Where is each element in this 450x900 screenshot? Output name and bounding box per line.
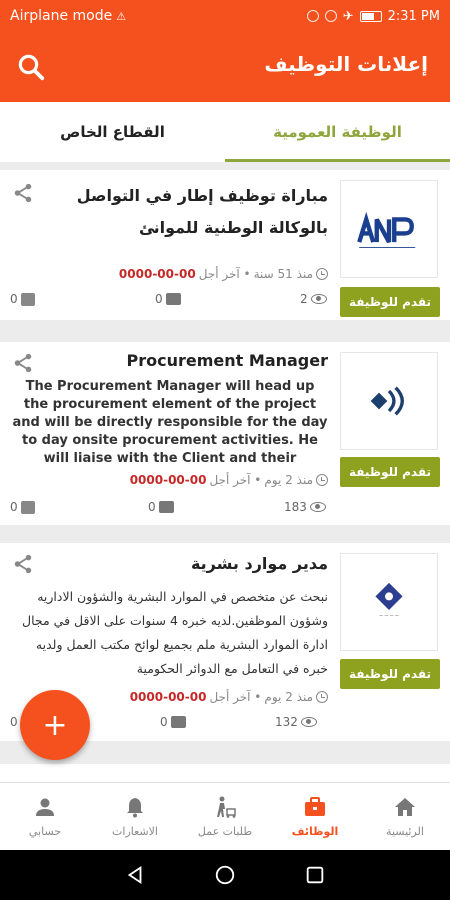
posted-time: منذ 51 سنة [253, 267, 313, 281]
home-icon [395, 798, 415, 816]
battery-icon [359, 10, 382, 22]
eye-icon [300, 717, 317, 727]
company-logo: — — — — [340, 553, 438, 651]
job-meta: منذ 51 سنة • آخر أجل 0000-00-00 [100, 267, 328, 281]
apply-button[interactable]: تقدم للوظيفة [340, 659, 440, 689]
status-left: Airplane mode ⚠ [10, 8, 126, 24]
back-icon[interactable] [124, 864, 146, 886]
thumbs-up-icon [20, 500, 35, 514]
job-card[interactable]: تقدم للوظيفة مباراة توظيف إطار في التواص… [0, 170, 450, 320]
views-stat: 132 [275, 715, 317, 729]
job-stats: 0 0 183 [10, 500, 328, 520]
comments-stat[interactable]: 0 [148, 500, 174, 514]
status-bar: Airplane mode ⚠ ✈ 2:31 PM [0, 0, 450, 32]
system-nav-bar [0, 850, 450, 900]
status-right: ✈ 2:31 PM [306, 8, 440, 24]
nav-item-job-requests[interactable]: طلبات عمل [180, 783, 270, 850]
nav-label: الوظائف [291, 825, 339, 838]
tab-public-sector[interactable]: الوظيفة العمومية [225, 102, 450, 162]
job-meta: منذ 2 يوم • آخر أجل 0000-00-00 [100, 473, 328, 487]
posted-time: منذ 2 يوم [264, 473, 313, 487]
deadline-label: • آخر أجل [198, 267, 251, 281]
job-card[interactable]: تقدم للوظيفة Procurement Manager The Pro… [0, 342, 450, 525]
search-icon[interactable] [16, 52, 46, 82]
nav-item-jobs[interactable]: الوظائف [270, 783, 360, 850]
bottom-nav: حسابي الاشعارات طلبات عمل الوظائف الرئيس… [0, 782, 450, 850]
views-count: 183 [284, 500, 307, 514]
comments-count: 0 [160, 715, 168, 729]
mute-icon [306, 10, 319, 22]
nav-item-account[interactable]: حسابي [0, 783, 90, 850]
likes-count: 0 [10, 715, 18, 729]
posted-time: منذ 2 يوم [264, 690, 313, 704]
job-list[interactable]: تقدم للوظيفة مباراة توظيف إطار في التواص… [0, 170, 450, 782]
eye-icon [310, 294, 327, 304]
airplane-mode-text: Airplane mode [10, 8, 113, 24]
bell-icon [127, 798, 143, 818]
comments-count: 0 [155, 292, 163, 306]
add-fab-button[interactable]: + [20, 690, 90, 760]
nav-label: الاشعارات [112, 825, 158, 838]
clock-icon [316, 474, 328, 486]
tab-private-sector[interactable]: القطاع الخاص [0, 102, 225, 162]
clock-icon [316, 268, 328, 280]
page-title: إعلانات التوظيف [264, 52, 428, 76]
views-count: 132 [275, 715, 298, 729]
warning-icon: ⚠ [116, 9, 127, 23]
deadline-date: 0000-00-00 [118, 267, 196, 281]
likes-count: 0 [10, 292, 18, 306]
deadline-date: 0000-00-00 [129, 690, 207, 704]
job-card[interactable] [0, 764, 450, 782]
nav-item-notifications[interactable]: الاشعارات [90, 783, 180, 850]
app-bar: إعلانات التوظيف [0, 32, 450, 102]
share-icon[interactable] [12, 352, 34, 374]
comments-stat[interactable]: 0 [155, 292, 181, 306]
person-icon [36, 798, 54, 816]
home-circle-icon[interactable] [214, 864, 236, 886]
tab-bar: القطاع الخاص الوظيفة العمومية [0, 102, 450, 162]
apply-button[interactable]: تقدم للوظيفة [340, 287, 440, 317]
deadline-label: • آخر أجل [209, 473, 262, 487]
company-logo [340, 352, 438, 450]
svg-text:— — — —: — — — — [379, 613, 399, 618]
job-title[interactable]: مدير موارد بشرية [40, 551, 328, 577]
nav-item-home[interactable]: الرئيسية [360, 783, 450, 850]
recents-icon[interactable] [304, 864, 326, 886]
deadline-date: 0000-00-00 [129, 473, 207, 487]
clock-icon [316, 691, 328, 703]
company-logo [340, 180, 438, 278]
comment-icon [165, 293, 181, 305]
comments-stat[interactable]: 0 [160, 715, 186, 729]
likes-stat[interactable]: 0 [10, 500, 35, 514]
nav-label: الرئيسية [386, 825, 424, 838]
alarm-icon [324, 10, 337, 22]
share-icon[interactable] [12, 553, 34, 575]
job-stats: 0 0 2 [10, 292, 328, 312]
thumbs-up-icon [20, 292, 35, 306]
job-description: The Procurement Manager will head up the… [12, 379, 328, 466]
share-icon[interactable] [12, 182, 34, 204]
worker-icon [217, 796, 236, 818]
job-title[interactable]: Procurement Manager [40, 348, 328, 374]
nav-label: حسابي [28, 825, 62, 838]
airplane-icon: ✈ [342, 8, 354, 24]
comment-icon [158, 501, 174, 513]
job-title[interactable]: مباراة توظيف إطار في التواصل بالوكالة ال… [40, 180, 328, 244]
likes-stat[interactable]: 0 [10, 292, 35, 306]
comments-count: 0 [148, 500, 156, 514]
eye-icon [309, 502, 326, 512]
views-stat: 183 [284, 500, 326, 514]
plus-icon: + [42, 707, 68, 743]
briefcase-icon [305, 797, 325, 816]
apply-button[interactable]: تقدم للوظيفة [340, 457, 440, 487]
deadline-label: • آخر أجل [209, 690, 262, 704]
job-description: نبحث عن متخصص في الموارد البشرية والشؤون… [22, 589, 328, 676]
views-stat: 2 [300, 292, 327, 306]
views-count: 2 [300, 292, 308, 306]
nav-label: طلبات عمل [197, 825, 253, 838]
likes-count: 0 [10, 500, 18, 514]
job-meta: منذ 2 يوم • آخر أجل 0000-00-00 [100, 690, 328, 704]
comment-icon [170, 716, 186, 728]
status-time: 2:31 PM [387, 8, 440, 24]
